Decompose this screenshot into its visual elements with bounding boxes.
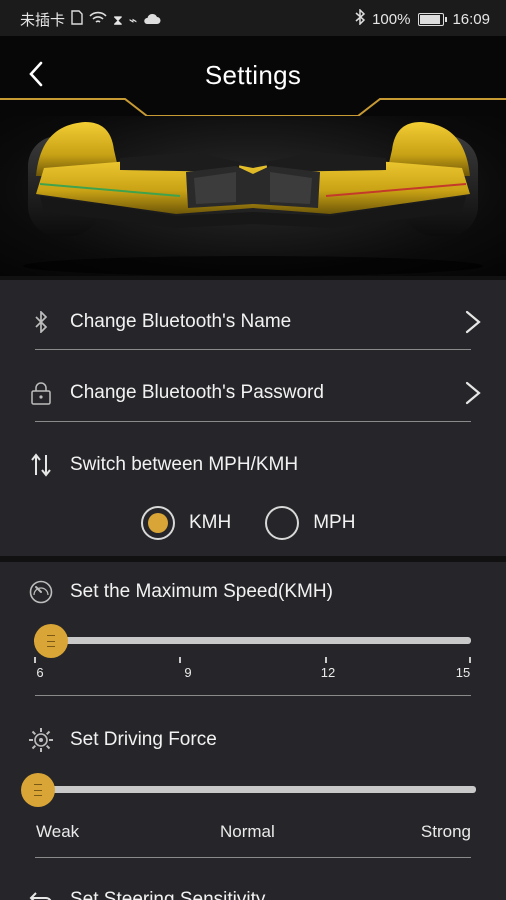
- grip-icon: [34, 784, 42, 796]
- kmh-label: KMH: [189, 512, 232, 533]
- change-bluetooth-password-row[interactable]: Change Bluetooth's Password: [0, 365, 506, 421]
- steering-arrow-icon: [28, 887, 54, 900]
- carrier-text: 未插卡: [20, 12, 66, 29]
- grip-icon: [47, 635, 55, 647]
- units-radio-group: KMH MPH: [141, 506, 355, 540]
- divider: [35, 349, 471, 350]
- force-level-strong: Strong: [420, 822, 471, 841]
- steering-sensitivity-label: Set Steering Sensitivity: [70, 889, 266, 900]
- chevron-right-icon: [465, 310, 481, 334]
- kmh-radio-circle[interactable]: [141, 506, 175, 540]
- bluetooth-units-panel: Change Bluetooth's Name Change Bluetooth…: [0, 280, 506, 556]
- wifi-icon: [89, 11, 107, 29]
- slider-tick: [34, 657, 36, 663]
- speed-tick-label: 6: [36, 665, 44, 680]
- driving-force-slider[interactable]: [21, 770, 476, 810]
- slider-tick: [179, 657, 181, 663]
- speed-force-panel: Set the Maximum Speed(KMH) 6 9 12 15 Set…: [0, 562, 506, 900]
- hoverboard-image: [0, 116, 506, 276]
- bluetooth-password-label: Change Bluetooth's Password: [70, 382, 324, 403]
- sim-icon: [71, 10, 83, 29]
- force-level-normal: Normal: [220, 822, 275, 841]
- bluetooth-icon: [355, 8, 366, 29]
- mph-radio[interactable]: MPH: [265, 506, 355, 540]
- cloud-icon: [143, 11, 161, 29]
- slider-thumb[interactable]: [34, 624, 68, 658]
- units-switch-label: Switch between MPH/KMH: [70, 454, 299, 475]
- mph-radio-circle[interactable]: [265, 506, 300, 540]
- steering-sensitivity-row[interactable]: Set Steering Sensitivity: [0, 872, 506, 900]
- status-bar: 未插卡 ⧗ ⌁ 100% 16:09: [0, 0, 506, 36]
- driving-force-row: Set Driving Force: [0, 712, 506, 768]
- speed-tick-label: 15: [455, 665, 471, 680]
- switch-arrows-icon: [28, 452, 54, 478]
- page-title: Settings: [204, 60, 302, 90]
- max-speed-row: Set the Maximum Speed(KMH): [0, 564, 506, 620]
- lock-icon: [28, 380, 54, 406]
- kmh-radio[interactable]: KMH: [141, 506, 231, 540]
- max-speed-slider[interactable]: [34, 621, 471, 663]
- slider-tick: [325, 657, 327, 663]
- mph-label: MPH: [313, 512, 356, 533]
- gear-icon: [28, 727, 54, 753]
- speed-tick-label: 9: [184, 665, 192, 680]
- divider: [35, 695, 471, 696]
- slider-track: [38, 786, 476, 793]
- speed-tick-label: 12: [320, 665, 336, 680]
- clock: 16:09: [452, 10, 490, 28]
- force-level-weak: Weak: [36, 822, 80, 841]
- chevron-right-icon: [465, 381, 481, 405]
- speedometer-icon: [28, 579, 54, 605]
- units-switch-row: Switch between MPH/KMH: [0, 437, 506, 493]
- battery-percent: 100%: [372, 10, 411, 28]
- slider-tick: [469, 657, 471, 663]
- bluetooth-name-label: Change Bluetooth's Name: [70, 311, 292, 332]
- change-bluetooth-name-row[interactable]: Change Bluetooth's Name: [0, 294, 506, 350]
- driving-force-label: Set Driving Force: [70, 729, 217, 750]
- bluetooth-icon: [28, 309, 54, 335]
- app-header: Settings: [0, 36, 506, 117]
- battery-level: [420, 14, 441, 24]
- slider-track: [34, 637, 471, 644]
- divider: [35, 857, 471, 858]
- max-speed-label: Set the Maximum Speed(KMH): [70, 581, 333, 602]
- hourglass-icon: ⧗: [113, 11, 123, 28]
- slider-thumb[interactable]: [21, 773, 55, 807]
- battery-icon: [418, 12, 448, 26]
- usb-icon: ⌁: [128, 11, 138, 28]
- divider: [35, 421, 471, 422]
